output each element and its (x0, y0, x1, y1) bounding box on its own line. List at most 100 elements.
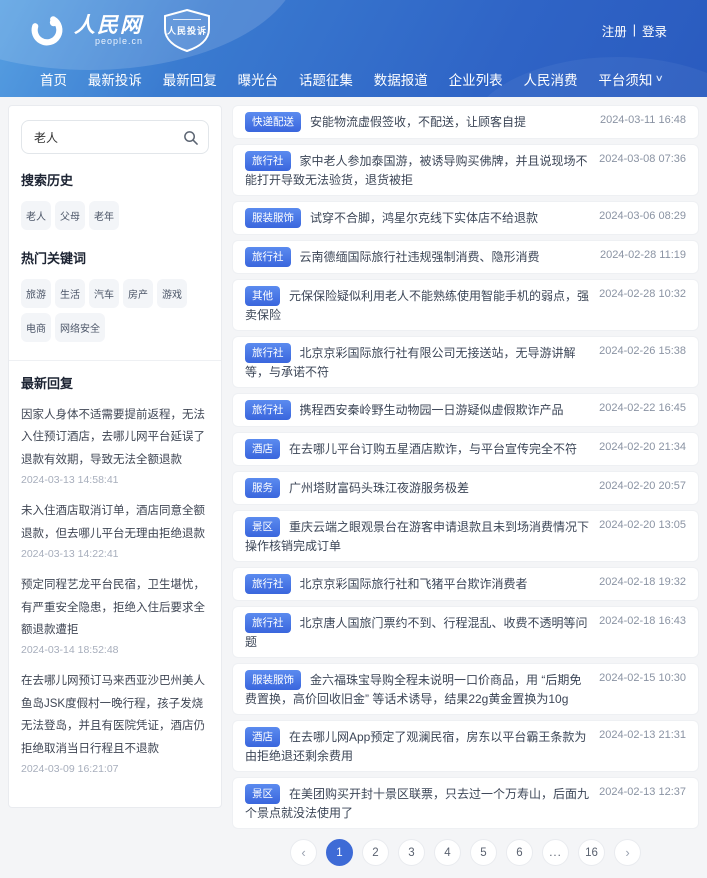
complaint-row[interactable]: 2024-02-28 10:32 其他 元保保险疑似利用老人不能熟练使用智能手机的弱… (232, 279, 699, 331)
hot-keyword-tag[interactable]: 游戏 (157, 279, 187, 308)
section-divider (9, 360, 221, 361)
category-badge: 旅行社 (245, 400, 291, 420)
complaint-date: 2024-02-13 12:37 (599, 786, 686, 798)
reply-timestamp: 2024-03-14 18:52:48 (21, 644, 119, 657)
hot-keywords-heading: 热门关键词 (21, 251, 87, 266)
complaint-title: 试穿不合脚，鸿星尔克线下实体店不给退款 (310, 211, 539, 226)
page-button[interactable]: 16 (578, 839, 605, 866)
nav-item[interactable]: 数据报道 (374, 69, 428, 89)
hot-keyword-tags: 旅游 生活 汽车 房产 游戏电商 网络安全 (21, 279, 209, 342)
complaint-row[interactable]: 2024-02-20 20:57 服务 广州塔财富码头珠江夜游服务极差 (232, 471, 699, 505)
hot-keyword-tag[interactable]: 房产 (123, 279, 153, 308)
complaint-title: 安能物流虚假签收，不配送，让顾客自提 (310, 115, 527, 130)
reply-list: 因家人身体不适需要提前返程，无法入住预订酒店，去哪儿网平台延误了退款有效期，导致… (21, 404, 209, 775)
search-icon[interactable] (183, 130, 198, 145)
nav-item[interactable]: 最新回复 (163, 69, 217, 89)
people-cn-swirl-icon (31, 14, 63, 46)
people-cn-logo[interactable]: 人民网 people.cn (28, 11, 143, 49)
nav-item[interactable]: 最新投诉 (88, 69, 142, 89)
page-button[interactable]: 2 (362, 839, 389, 866)
pagination: ‹ 1 2 3 4 5 6... 16 › (232, 839, 699, 866)
complaint-shield-badge: 人民投诉 (159, 7, 215, 53)
nav-item[interactable]: 平台须知 ∨ (598, 69, 664, 89)
login-link[interactable]: 登录 (642, 21, 667, 40)
complaint-row[interactable]: 2024-02-18 16:43 旅行社 北京唐人国旅门票约不到、行程混乱、收费不透… (232, 606, 699, 658)
category-badge: 旅行社 (245, 247, 291, 267)
next-page-button[interactable]: › (614, 839, 641, 866)
hot-keyword-tag[interactable]: 汽车 (89, 279, 119, 308)
complaint-row[interactable]: 2024-02-13 21:31 酒店 在去哪儿网App预定了观澜民宿，房东以平台霸… (232, 720, 699, 772)
page-button[interactable]: 4 (434, 839, 461, 866)
complaint-title: 北京京彩国际旅行社和飞猪平台欺诈消费者 (299, 577, 528, 592)
main-nav: 首页 最新投诉 最新回复 曝光台 话题征集 数据报道 企业列表 人民消费 平台须知 ∨ (0, 60, 707, 97)
complaint-row[interactable]: 2024-02-13 12:37 景区 在美团购买开封十景区联票，只去过一个万寿山，… (232, 777, 699, 829)
hot-keyword-tag[interactable]: 生活 (55, 279, 85, 308)
complaint-row[interactable]: 2024-02-28 11:19 旅行社 云南德缅国际旅行社违规强制消费、隐形消费 (232, 240, 699, 274)
brand-text: 人民网 people.cn (74, 15, 143, 46)
header-top: 人民网 people.cn 人民投诉 注册 | 登录 (0, 0, 707, 60)
nav-item[interactable]: 企业列表 (449, 69, 503, 89)
brand-name: 人民网 (74, 13, 143, 37)
hot-keyword-tag[interactable]: 电商 (21, 313, 51, 342)
reply-item[interactable]: 未入住酒店取消订单，酒店同意全额退款，但去哪儿平台无理由拒绝退款 2024-03-… (21, 500, 209, 560)
complaint-row[interactable]: 2024-02-15 10:30 服装服饰 金六福珠宝导购全程未说明一口价商品，用 … (232, 663, 699, 715)
nav-item[interactable]: 人民消费 (524, 69, 578, 89)
complaint-title: 在美团购买开封十景区联票，只去过一个万寿山，后面九个景点就没法使用了 (245, 787, 590, 820)
auth-links: 注册 | 登录 (602, 21, 667, 40)
complaint-date: 2024-03-08 07:36 (599, 153, 686, 165)
latest-replies-heading: 最新回复 (21, 376, 74, 391)
complaint-date: 2024-02-13 21:31 (599, 729, 686, 741)
sidebar: 搜索历史 老人父母老年 热门关键词 旅游生活汽车房产游戏电商网络安全 最新回复 … (8, 105, 222, 809)
prev-page-button[interactable]: ‹ (290, 839, 317, 866)
nav-item[interactable]: 首页 (40, 69, 67, 89)
reply-timestamp: 2024-03-09 16:21:07 (21, 763, 119, 776)
complaint-title: 云南德缅国际旅行社违规强制消费、隐形消费 (299, 250, 540, 265)
reply-text: 未入住酒店取消订单，酒店同意全额退款，但去哪儿平台无理由拒绝退款 (21, 505, 205, 540)
complaint-row[interactable]: 2024-02-20 21:34 酒店 在去哪儿平台订购五星酒店欺诈，与平台宣传完全… (232, 432, 699, 466)
reply-item[interactable]: 在去哪儿网预订马来西亚沙巴州美人鱼岛JSK度假村一晚行程，孩子发烧无法登岛，并且… (21, 670, 209, 775)
complaint-date: 2024-02-20 13:05 (599, 519, 686, 531)
complaint-row[interactable]: 2024-03-08 07:36 旅行社 家中老人参加泰国游，被诱导购买佛牌，并且说… (232, 144, 699, 196)
complaint-title: 家中老人参加泰国游，被诱导购买佛牌，并且说现场不能打开导致无法验货，退货被拒 (245, 154, 588, 187)
header: 人民网 people.cn 人民投诉 注册 | 登录 首页 最新投诉 最新回复 曝光台… (0, 0, 707, 97)
page-button[interactable]: 5 (470, 839, 497, 866)
page-button[interactable]: 6 (506, 839, 533, 866)
complaint-date: 2024-02-28 10:32 (599, 288, 686, 300)
register-link[interactable]: 注册 (602, 21, 627, 40)
category-badge: 旅行社 (245, 343, 291, 363)
nav-item[interactable]: 曝光台 (238, 69, 279, 89)
complaint-row[interactable]: 2024-03-06 08:29 服装服饰 试穿不合脚，鸿星尔克线下实体店不给退款 (232, 201, 699, 235)
complaint-row[interactable]: 2024-02-22 16:45 旅行社 携程西安秦岭野生动物园一日游疑似虚假欺诈产… (232, 393, 699, 427)
complaint-date: 2024-02-20 21:34 (599, 441, 686, 453)
complaint-row[interactable]: 2024-02-18 19:32 旅行社 北京京彩国际旅行社和飞猪平台欺诈消费者 (232, 567, 699, 601)
complaint-date: 2024-02-18 16:43 (599, 615, 686, 627)
hot-keyword-tag[interactable]: 网络安全 (55, 313, 105, 342)
category-badge: 服装服饰 (245, 208, 301, 228)
nav-item[interactable]: 话题征集 (299, 69, 353, 89)
reply-timestamp: 2024-03-13 14:58:41 (21, 474, 119, 487)
page-button[interactable]: 1 (326, 839, 353, 866)
history-tag[interactable]: 老人 (21, 201, 51, 230)
complaint-date: 2024-02-28 11:19 (599, 249, 686, 261)
search-history-heading: 搜索历史 (21, 173, 74, 188)
reply-item[interactable]: 因家人身体不适需要提前返程，无法入住预订酒店，去哪儿网平台延误了退款有效期，导致… (21, 404, 209, 486)
complaint-title: 在去哪儿平台订购五星酒店欺诈，与平台宣传完全不符 (289, 442, 578, 457)
search-box (21, 120, 217, 154)
hot-keyword-tag[interactable]: 旅游 (21, 279, 51, 308)
reply-timestamp: 2024-03-13 14:22:41 (21, 548, 119, 561)
category-badge: 快递配送 (245, 112, 301, 132)
reply-text: 预定同程艺龙平台民宿，卫生堪忧，有严重安全隐患，拒绝入住后要求全额退款遭拒 (21, 579, 205, 636)
category-badge: 景区 (245, 517, 280, 537)
complaint-row[interactable]: 2024-02-20 13:05 景区 重庆云端之眼观景台在游客申请退款且未到场消费… (232, 510, 699, 562)
complaint-date: 2024-02-15 10:30 (599, 672, 686, 684)
complaint-date: 2024-03-11 16:48 (599, 114, 686, 126)
page-button[interactable]: 3 (398, 839, 425, 866)
history-tag[interactable]: 老年 (89, 201, 119, 230)
history-tag[interactable]: 父母 (55, 201, 85, 230)
complaint-row[interactable]: 2024-03-11 16:48 快递配送 安能物流虚假签收，不配送，让顾客自提 (232, 105, 699, 139)
complaint-row[interactable]: 2024-02-26 15:38 旅行社 北京京彩国际旅行社有限公司无接送站，无导游… (232, 336, 699, 388)
category-badge: 酒店 (245, 439, 280, 459)
reply-item[interactable]: 预定同程艺龙平台民宿，卫生堪忧，有严重安全隐患，拒绝入住后要求全额退款遭拒 202… (21, 574, 209, 656)
complaint-date: 2024-02-20 20:57 (599, 480, 686, 492)
category-badge: 服装服饰 (245, 670, 301, 690)
